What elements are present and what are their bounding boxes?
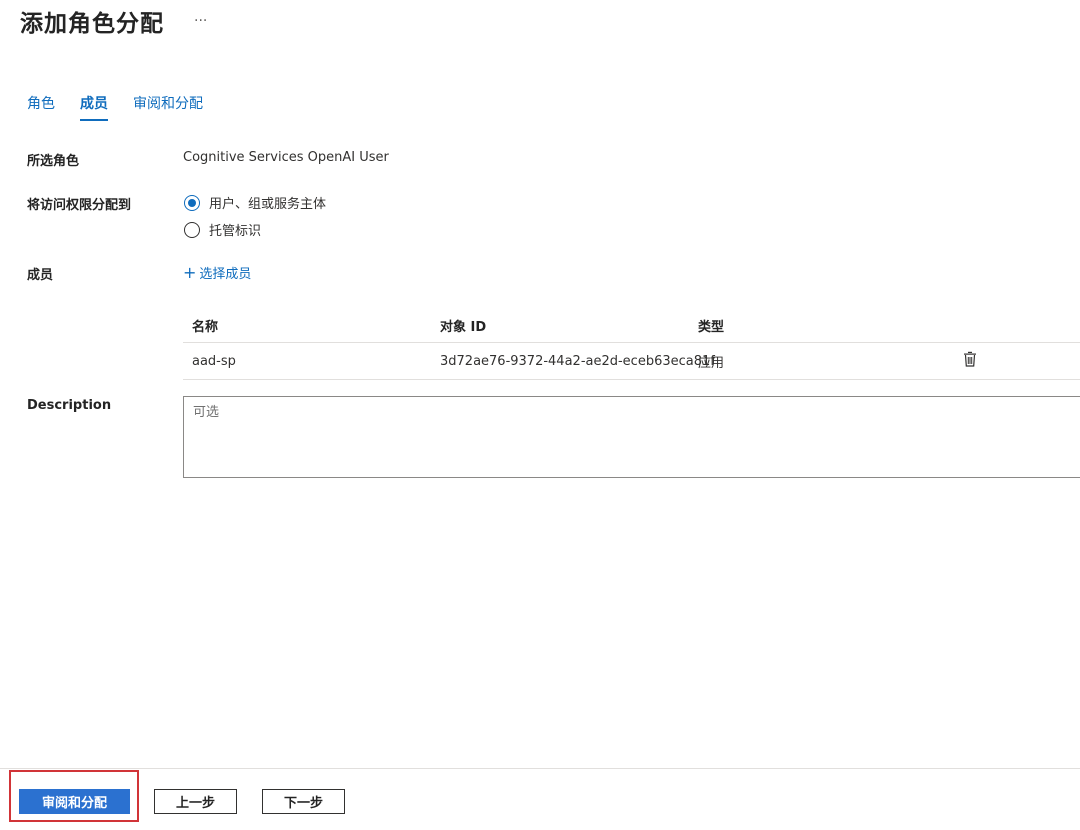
- description-input[interactable]: [183, 396, 1080, 478]
- more-icon[interactable]: ···: [190, 11, 211, 31]
- tab-members[interactable]: 成员: [80, 93, 108, 121]
- assign-access-label: 将访问权限分配到: [27, 198, 132, 213]
- column-header-name: 名称: [192, 319, 219, 335]
- column-header-object-id: 对象 ID: [440, 319, 487, 335]
- page-title: 添加角色分配: [20, 11, 164, 37]
- radio-managed-identity-label: 托管标识: [209, 224, 262, 239]
- table-row: aad-sp 3d72ae76-9372-44a2-ae2d-eceb63eca…: [183, 343, 1080, 380]
- member-type: 应用: [698, 355, 725, 371]
- select-members-link[interactable]: + 选择成员: [183, 263, 251, 282]
- review-assign-button[interactable]: 审阅和分配: [19, 789, 130, 814]
- radio-unchecked-icon[interactable]: [184, 221, 200, 238]
- next-button[interactable]: 下一步: [262, 789, 345, 814]
- title-row: 添加角色分配 ···: [20, 4, 211, 38]
- member-name: aad-sp: [192, 353, 236, 369]
- table-header: 名称 对象 ID 类型: [183, 308, 1080, 343]
- row-actions: [956, 351, 1080, 371]
- footer-divider: [0, 768, 1080, 769]
- radio-user-group-sp-label: 用户、组或服务主体: [209, 197, 327, 212]
- selected-role-label: 所选角色: [27, 154, 80, 169]
- select-members-label: 选择成员: [199, 267, 252, 282]
- trash-icon[interactable]: [963, 351, 977, 371]
- add-role-assignment-page: 添加角色分配 ··· 角色 成员 审阅和分配 所选角色 Cognitive Se…: [0, 0, 1080, 830]
- radio-managed-identity[interactable]: 托管标识: [184, 220, 261, 239]
- radio-user-group-sp[interactable]: 用户、组或服务主体: [184, 193, 326, 212]
- members-table: 名称 对象 ID 类型 aad-sp 3d72ae76-9372-44a2-ae…: [183, 308, 1080, 380]
- description-label: Description: [27, 398, 112, 413]
- previous-button[interactable]: 上一步: [154, 789, 237, 814]
- tab-review-assign[interactable]: 审阅和分配: [133, 93, 203, 121]
- tab-bar: 角色 成员 审阅和分配: [27, 93, 228, 121]
- column-header-type: 类型: [698, 319, 725, 335]
- members-label: 成员: [27, 268, 54, 283]
- member-object-id: 3d72ae76-9372-44a2-ae2d-eceb63eca81f: [440, 353, 715, 369]
- tab-role[interactable]: 角色: [27, 93, 55, 121]
- selected-role-value: Cognitive Services OpenAI User: [183, 150, 389, 165]
- radio-checked-icon[interactable]: [184, 194, 200, 211]
- plus-icon: +: [183, 262, 197, 282]
